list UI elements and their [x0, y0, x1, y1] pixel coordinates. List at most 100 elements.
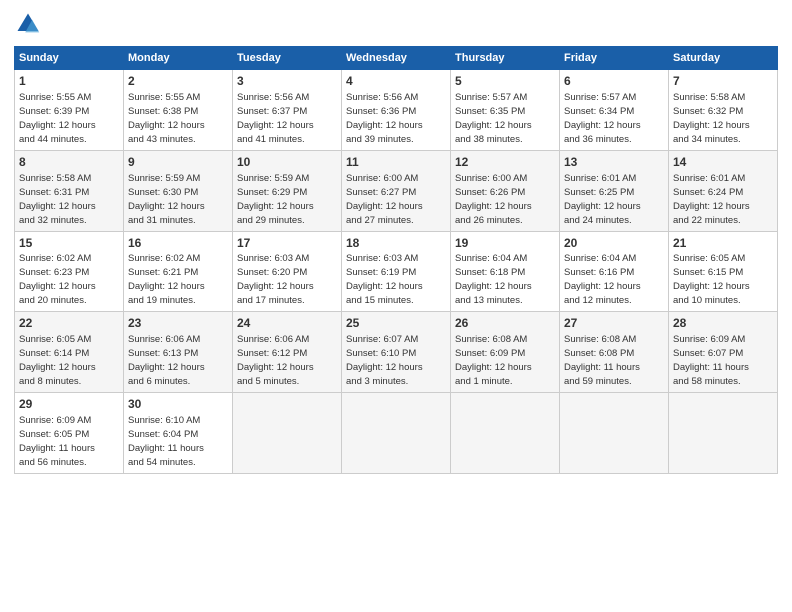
- day-info: Sunrise: 5:55 AMSunset: 6:38 PMDaylight:…: [128, 92, 205, 145]
- day-number: 17: [237, 235, 337, 252]
- day-number: 23: [128, 315, 228, 332]
- calendar-cell-6: 6Sunrise: 5:57 AMSunset: 6:34 PMDaylight…: [560, 70, 669, 151]
- calendar-cell-1: 1 Sunrise: 5:55 AMSunset: 6:39 PMDaylight…: [15, 70, 124, 151]
- day-number: 7: [673, 73, 773, 90]
- header-day-monday: Monday: [124, 47, 233, 70]
- day-info: Sunrise: 6:01 AMSunset: 6:24 PMDaylight:…: [673, 173, 750, 226]
- day-info: Sunrise: 6:00 AMSunset: 6:26 PMDaylight:…: [455, 173, 532, 226]
- calendar-cell-30: 30 Sunrise: 6:10 AMSunset: 6:04 PMDayligh…: [124, 393, 233, 474]
- day-number: 3: [237, 73, 337, 90]
- day-number: 8: [19, 154, 119, 171]
- day-number: 28: [673, 315, 773, 332]
- day-number: 2: [128, 73, 228, 90]
- day-info: Sunrise: 6:10 AMSunset: 6:04 PMDaylight:…: [128, 415, 204, 468]
- day-info: Sunrise: 5:58 AMSunset: 6:32 PMDaylight:…: [673, 92, 750, 145]
- logo: [14, 10, 46, 38]
- header-day-sunday: Sunday: [15, 47, 124, 70]
- day-info: Sunrise: 5:56 AMSunset: 6:36 PMDaylight:…: [346, 92, 423, 145]
- day-number: 18: [346, 235, 446, 252]
- calendar-header-row: SundayMondayTuesdayWednesdayThursdayFrid…: [15, 47, 778, 70]
- day-info: Sunrise: 6:08 AMSunset: 6:09 PMDaylight:…: [455, 334, 532, 387]
- day-number: 30: [128, 396, 228, 413]
- calendar: SundayMondayTuesdayWednesdayThursdayFrid…: [14, 46, 778, 474]
- day-number: 16: [128, 235, 228, 252]
- day-info: Sunrise: 6:00 AMSunset: 6:27 PMDaylight:…: [346, 173, 423, 226]
- calendar-week-3: 15Sunrise: 6:02 AMSunset: 6:23 PMDayligh…: [15, 231, 778, 312]
- calendar-cell-9: 9Sunrise: 5:59 AMSunset: 6:30 PMDaylight…: [124, 150, 233, 231]
- day-info: Sunrise: 5:56 AMSunset: 6:37 PMDaylight:…: [237, 92, 314, 145]
- day-number: 24: [237, 315, 337, 332]
- header: [14, 10, 778, 38]
- header-day-thursday: Thursday: [451, 47, 560, 70]
- day-number: 15: [19, 235, 119, 252]
- day-number: 10: [237, 154, 337, 171]
- header-day-friday: Friday: [560, 47, 669, 70]
- day-info: Sunrise: 6:03 AMSunset: 6:19 PMDaylight:…: [346, 253, 423, 306]
- day-number: 5: [455, 73, 555, 90]
- day-info: Sunrise: 6:03 AMSunset: 6:20 PMDaylight:…: [237, 253, 314, 306]
- calendar-cell-empty: [669, 393, 778, 474]
- day-info: Sunrise: 6:09 AMSunset: 6:05 PMDaylight:…: [19, 415, 95, 468]
- day-info: Sunrise: 6:04 AMSunset: 6:16 PMDaylight:…: [564, 253, 641, 306]
- page: SundayMondayTuesdayWednesdayThursdayFrid…: [0, 0, 792, 612]
- day-number: 14: [673, 154, 773, 171]
- day-number: 25: [346, 315, 446, 332]
- day-info: Sunrise: 6:04 AMSunset: 6:18 PMDaylight:…: [455, 253, 532, 306]
- calendar-cell-13: 13Sunrise: 6:01 AMSunset: 6:25 PMDayligh…: [560, 150, 669, 231]
- calendar-cell-10: 10 Sunrise: 5:59 AMSunset: 6:29 PMDayligh…: [233, 150, 342, 231]
- calendar-cell-19: 19Sunrise: 6:04 AMSunset: 6:18 PMDayligh…: [451, 231, 560, 312]
- day-number: 11: [346, 154, 446, 171]
- day-number: 20: [564, 235, 664, 252]
- calendar-cell-empty: [233, 393, 342, 474]
- calendar-cell-21: 21Sunrise: 6:05 AMSunset: 6:15 PMDayligh…: [669, 231, 778, 312]
- day-number: 12: [455, 154, 555, 171]
- day-number: 22: [19, 315, 119, 332]
- day-info: Sunrise: 6:02 AMSunset: 6:21 PMDaylight:…: [128, 253, 205, 306]
- day-number: 1: [19, 73, 119, 90]
- day-number: 21: [673, 235, 773, 252]
- calendar-cell-3: 3 Sunrise: 5:56 AMSunset: 6:37 PMDaylight…: [233, 70, 342, 151]
- calendar-cell-17: 17Sunrise: 6:03 AMSunset: 6:20 PMDayligh…: [233, 231, 342, 312]
- calendar-cell-8: 8Sunrise: 5:58 AMSunset: 6:31 PMDaylight…: [15, 150, 124, 231]
- calendar-cell-28: 28Sunrise: 6:09 AMSunset: 6:07 PMDayligh…: [669, 312, 778, 393]
- header-day-tuesday: Tuesday: [233, 47, 342, 70]
- calendar-cell-11: 11 Sunrise: 6:00 AMSunset: 6:27 PMDayligh…: [342, 150, 451, 231]
- calendar-cell-18: 18Sunrise: 6:03 AMSunset: 6:19 PMDayligh…: [342, 231, 451, 312]
- day-number: 19: [455, 235, 555, 252]
- calendar-week-2: 8Sunrise: 5:58 AMSunset: 6:31 PMDaylight…: [15, 150, 778, 231]
- day-info: Sunrise: 5:59 AMSunset: 6:29 PMDaylight:…: [237, 173, 314, 226]
- day-info: Sunrise: 6:02 AMSunset: 6:23 PMDaylight:…: [19, 253, 96, 306]
- day-info: Sunrise: 6:05 AMSunset: 6:15 PMDaylight:…: [673, 253, 750, 306]
- calendar-cell-7: 7 Sunrise: 5:58 AMSunset: 6:32 PMDaylight…: [669, 70, 778, 151]
- calendar-cell-4: 4 Sunrise: 5:56 AMSunset: 6:36 PMDaylight…: [342, 70, 451, 151]
- day-info: Sunrise: 6:06 AMSunset: 6:12 PMDaylight:…: [237, 334, 314, 387]
- calendar-cell-27: 27 Sunrise: 6:08 AMSunset: 6:08 PMDayligh…: [560, 312, 669, 393]
- day-info: Sunrise: 5:55 AMSunset: 6:39 PMDaylight:…: [19, 92, 96, 145]
- calendar-week-1: 1 Sunrise: 5:55 AMSunset: 6:39 PMDaylight…: [15, 70, 778, 151]
- day-info: Sunrise: 6:08 AMSunset: 6:08 PMDaylight:…: [564, 334, 640, 387]
- calendar-cell-2: 2 Sunrise: 5:55 AMSunset: 6:38 PMDaylight…: [124, 70, 233, 151]
- day-info: Sunrise: 6:07 AMSunset: 6:10 PMDaylight:…: [346, 334, 423, 387]
- day-number: 26: [455, 315, 555, 332]
- calendar-cell-29: 29Sunrise: 6:09 AMSunset: 6:05 PMDayligh…: [15, 393, 124, 474]
- calendar-cell-26: 26 Sunrise: 6:08 AMSunset: 6:09 PMDayligh…: [451, 312, 560, 393]
- day-number: 13: [564, 154, 664, 171]
- calendar-week-5: 29Sunrise: 6:09 AMSunset: 6:05 PMDayligh…: [15, 393, 778, 474]
- logo-icon: [14, 10, 42, 38]
- calendar-cell-5: 5Sunrise: 5:57 AMSunset: 6:35 PMDaylight…: [451, 70, 560, 151]
- header-day-saturday: Saturday: [669, 47, 778, 70]
- day-info: Sunrise: 6:06 AMSunset: 6:13 PMDaylight:…: [128, 334, 205, 387]
- calendar-week-4: 22 Sunrise: 6:05 AMSunset: 6:14 PMDayligh…: [15, 312, 778, 393]
- calendar-cell-12: 12 Sunrise: 6:00 AMSunset: 6:26 PMDayligh…: [451, 150, 560, 231]
- calendar-cell-20: 20Sunrise: 6:04 AMSunset: 6:16 PMDayligh…: [560, 231, 669, 312]
- day-number: 9: [128, 154, 228, 171]
- calendar-cell-23: 23 Sunrise: 6:06 AMSunset: 6:13 PMDayligh…: [124, 312, 233, 393]
- calendar-cell-empty: [560, 393, 669, 474]
- calendar-cell-24: 24 Sunrise: 6:06 AMSunset: 6:12 PMDayligh…: [233, 312, 342, 393]
- header-day-wednesday: Wednesday: [342, 47, 451, 70]
- day-number: 27: [564, 315, 664, 332]
- calendar-cell-16: 16Sunrise: 6:02 AMSunset: 6:21 PMDayligh…: [124, 231, 233, 312]
- day-info: Sunrise: 6:05 AMSunset: 6:14 PMDaylight:…: [19, 334, 96, 387]
- day-number: 4: [346, 73, 446, 90]
- calendar-cell-25: 25 Sunrise: 6:07 AMSunset: 6:10 PMDayligh…: [342, 312, 451, 393]
